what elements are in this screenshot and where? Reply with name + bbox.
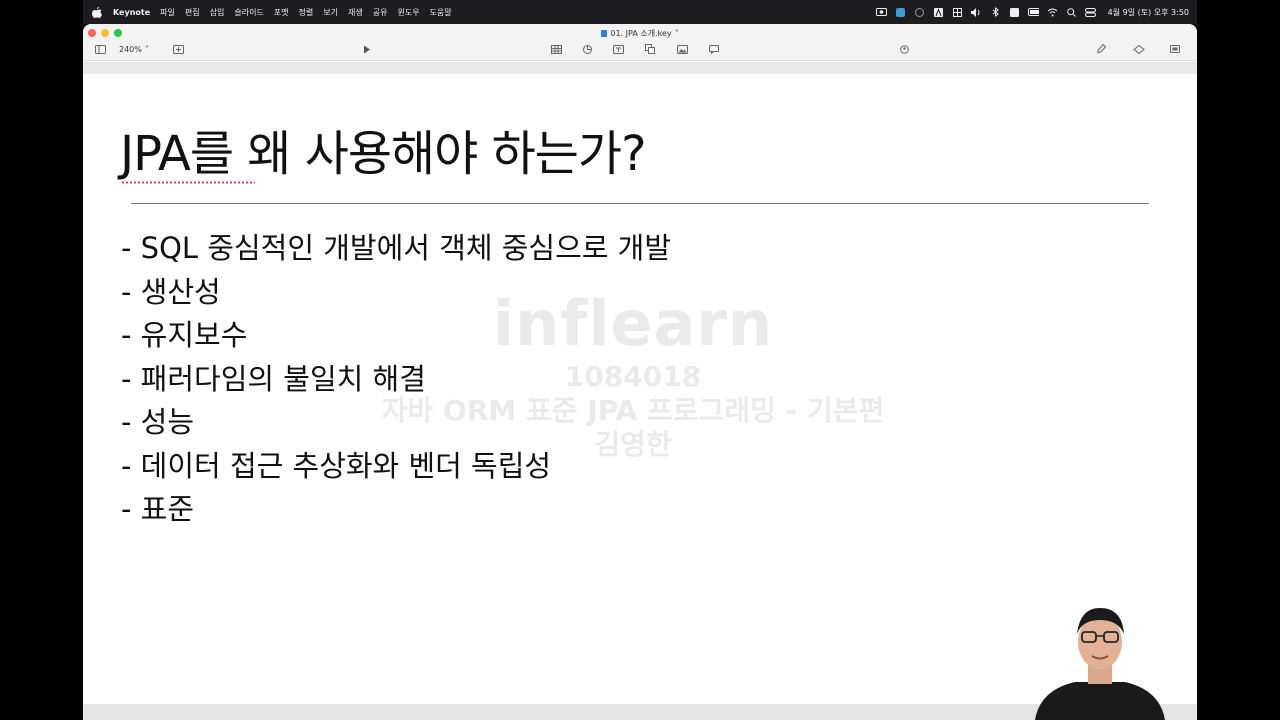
status-area: 4월 9일 (토) 오후 3:50 — [875, 7, 1189, 18]
grid-icon[interactable] — [952, 7, 963, 17]
menu-share[interactable]: 공유 — [373, 7, 388, 18]
input-source-icon[interactable] — [1009, 7, 1020, 17]
globe-icon[interactable] — [914, 7, 925, 17]
apple-icon[interactable] — [91, 6, 103, 18]
app-menu-keynote[interactable]: Keynote — [113, 8, 150, 17]
menu-file[interactable]: 파일 — [160, 7, 175, 18]
collaborate-icon[interactable] — [899, 43, 910, 55]
comment-icon[interactable] — [709, 43, 719, 55]
bullet-item[interactable]: - 유지보수 — [121, 315, 671, 359]
slide-title[interactable]: JPA를 왜 사용해야 하는가? — [120, 114, 647, 184]
menu-help[interactable]: 도움말 — [430, 7, 452, 18]
menu-slide[interactable]: 슬라이드 — [234, 7, 263, 18]
document-title[interactable]: 01. JPA 소개.key ˅ — [83, 28, 1197, 39]
spellcheck-underline — [121, 181, 255, 184]
bullet-item[interactable]: - 표준 — [121, 489, 671, 533]
menu-play[interactable]: 재생 — [348, 7, 363, 18]
format-brush-icon[interactable] — [1097, 43, 1106, 55]
zoom-value: 240% — [119, 44, 142, 54]
bullet-item[interactable]: - 생산성 — [121, 272, 671, 316]
font-a-icon[interactable] — [933, 7, 944, 17]
canvas-background — [83, 62, 1197, 74]
zoom-menu[interactable]: 240% ˅ — [119, 43, 149, 55]
shape-icon[interactable] — [645, 43, 655, 55]
control-center-icon[interactable] — [1084, 7, 1096, 17]
bullet-item[interactable]: - 패러다임의 불일치 해결 — [121, 359, 671, 403]
title-divider — [131, 203, 1149, 204]
sidebar-toggle-icon[interactable] — [95, 43, 106, 55]
menubar-clock[interactable]: 4월 9일 (토) 오후 3:50 — [1108, 7, 1189, 18]
spotlight-search-icon[interactable] — [1066, 7, 1077, 17]
chevron-down-icon: ˅ — [674, 29, 679, 38]
chart-icon[interactable] — [583, 43, 592, 55]
menu-edit[interactable]: 편집 — [185, 7, 200, 18]
bullet-item[interactable]: - 성능 — [121, 402, 671, 446]
keynote-file-icon — [601, 30, 608, 37]
menu-window[interactable]: 윈도우 — [397, 7, 419, 18]
volume-icon[interactable] — [970, 7, 982, 17]
animate-icon[interactable] — [1133, 43, 1145, 55]
bullet-item[interactable]: - SQL 중심적인 개발에서 객체 중심으로 개발 — [121, 228, 671, 272]
bullet-list[interactable]: - SQL 중심적인 개발에서 객체 중심으로 개발 - 생산성 - 유지보수 … — [121, 228, 671, 533]
app-status-icon[interactable] — [895, 7, 906, 17]
presenter-webcam — [1030, 600, 1170, 720]
media-icon[interactable] — [677, 43, 688, 55]
wifi-icon[interactable] — [1047, 8, 1058, 17]
battery-icon[interactable] — [1027, 8, 1039, 17]
window-titlebar: 01. JPA 소개.key ˅ 240% ˅ — [83, 24, 1197, 61]
menu-arrange[interactable]: 정렬 — [299, 7, 314, 18]
add-slide-icon[interactable] — [173, 43, 184, 55]
play-icon[interactable] — [363, 43, 371, 55]
menu-insert[interactable]: 삽입 — [210, 7, 225, 18]
text-box-icon[interactable] — [613, 43, 624, 55]
screen-record-icon[interactable] — [875, 8, 887, 17]
chevron-down-icon: ˅ — [144, 44, 149, 54]
menu-view[interactable]: 보기 — [323, 7, 338, 18]
bluetooth-icon[interactable] — [990, 7, 1001, 17]
document-panel-icon[interactable] — [1170, 43, 1180, 55]
menu-format[interactable]: 포맷 — [274, 7, 289, 18]
bullet-item[interactable]: - 데이터 접근 추상화와 벤더 독립성 — [121, 446, 671, 490]
table-icon[interactable] — [551, 43, 562, 55]
document-title-text: 01. JPA 소개.key — [610, 29, 672, 38]
macos-menubar: Keynote 파일 편집 삽입 슬라이드 포맷 정렬 보기 재생 공유 윈도우… — [83, 0, 1197, 24]
